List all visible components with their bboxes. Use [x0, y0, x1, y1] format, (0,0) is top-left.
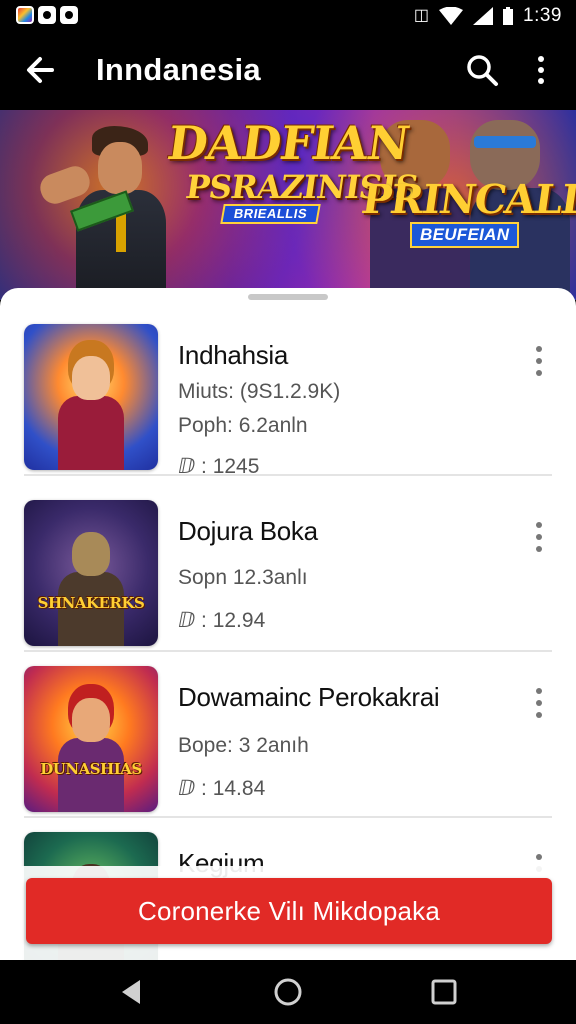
banner-title: DADFIAN [164, 116, 413, 170]
item-detail: Poph: 6.2anln [178, 414, 308, 437]
more-vertical-icon [536, 346, 542, 376]
item-detail: ⅅ : 12.94 [178, 609, 266, 632]
banner-side-title: PRINCALIS [358, 176, 576, 223]
primary-action-button[interactable]: Coronerke Vilı Mikdopaka [26, 878, 552, 944]
triangle-back-icon [122, 980, 140, 1004]
item-more-button[interactable] [530, 682, 548, 730]
game-thumbnail: DUNASHIAS [24, 666, 158, 812]
list-item[interactable]: DUNASHIAS Dowamainc Perokakrai Bope: 3 2… [0, 652, 576, 818]
item-title: Indhahsia [178, 340, 289, 370]
item-more-button[interactable] [530, 516, 548, 564]
search-icon [467, 55, 498, 86]
more-vertical-icon [536, 522, 542, 552]
game-thumbnail [24, 324, 158, 470]
item-detail: Sopn 12.3anlı [178, 566, 308, 589]
notification-icon [60, 6, 78, 24]
battery-icon [503, 7, 514, 25]
nav-home-button[interactable] [272, 976, 304, 1008]
thumbnail-logo-text: DUNASHIAS [40, 760, 142, 778]
status-bar: ◫ 1:39 [0, 0, 576, 34]
divider [24, 474, 552, 476]
circle-home-icon [274, 978, 302, 1006]
status-time: 1:39 [523, 5, 562, 26]
item-detail: ⅅ : 14.84 [178, 777, 266, 800]
drag-handle[interactable] [248, 294, 328, 300]
list-item[interactable]: SHNAKERKS Dojura Boka Sopn 12.3anlı ⅅ : … [0, 486, 576, 652]
overflow-menu-button[interactable] [526, 52, 556, 92]
back-button[interactable] [22, 50, 62, 90]
cta-container: Coronerke Vilı Mikdopaka [0, 866, 576, 960]
item-title: Dojura Boka [178, 516, 318, 546]
page-title: Inndanesia [96, 52, 261, 87]
signal-icon [473, 7, 494, 25]
item-detail: Miuts: (9S1.2.9K) [178, 380, 341, 403]
search-button[interactable] [464, 52, 500, 88]
system-nav-bar [0, 960, 576, 1024]
nav-recents-button[interactable] [428, 976, 460, 1008]
item-detail: Bope: 3 2anıh [178, 734, 309, 757]
wifi-icon [439, 7, 464, 25]
notification-icon [38, 6, 56, 24]
app-bar: Inndanesia [0, 34, 576, 110]
vibrate-icon: ◫ [413, 7, 430, 24]
more-vertical-icon [536, 688, 542, 718]
arrow-left-icon [27, 57, 54, 83]
item-title: Dowamainc Perokakrai [178, 682, 440, 712]
list-item[interactable]: Indhahsia Miuts: (9S1.2.9K) Poph: 6.2anl… [0, 310, 576, 478]
banner-ribbon: BRIEALLIS [220, 204, 321, 224]
more-vertical-icon [538, 56, 544, 84]
bottom-sheet: Indhahsia Miuts: (9S1.2.9K) Poph: 6.2anl… [0, 288, 576, 960]
item-more-button[interactable] [530, 340, 548, 388]
banner-side-subtitle: BEUFEIAN [410, 222, 520, 248]
promo-banner[interactable]: DADFIAN PSRAZINISIS BRIEALLIS PRINCALIS … [0, 110, 576, 300]
app-notification-icon [16, 6, 34, 24]
game-thumbnail: SHNAKERKS [24, 500, 158, 646]
nav-back-button[interactable] [116, 976, 148, 1008]
square-recents-icon [431, 979, 457, 1005]
thumbnail-logo-text: SHNAKERKS [37, 594, 145, 612]
